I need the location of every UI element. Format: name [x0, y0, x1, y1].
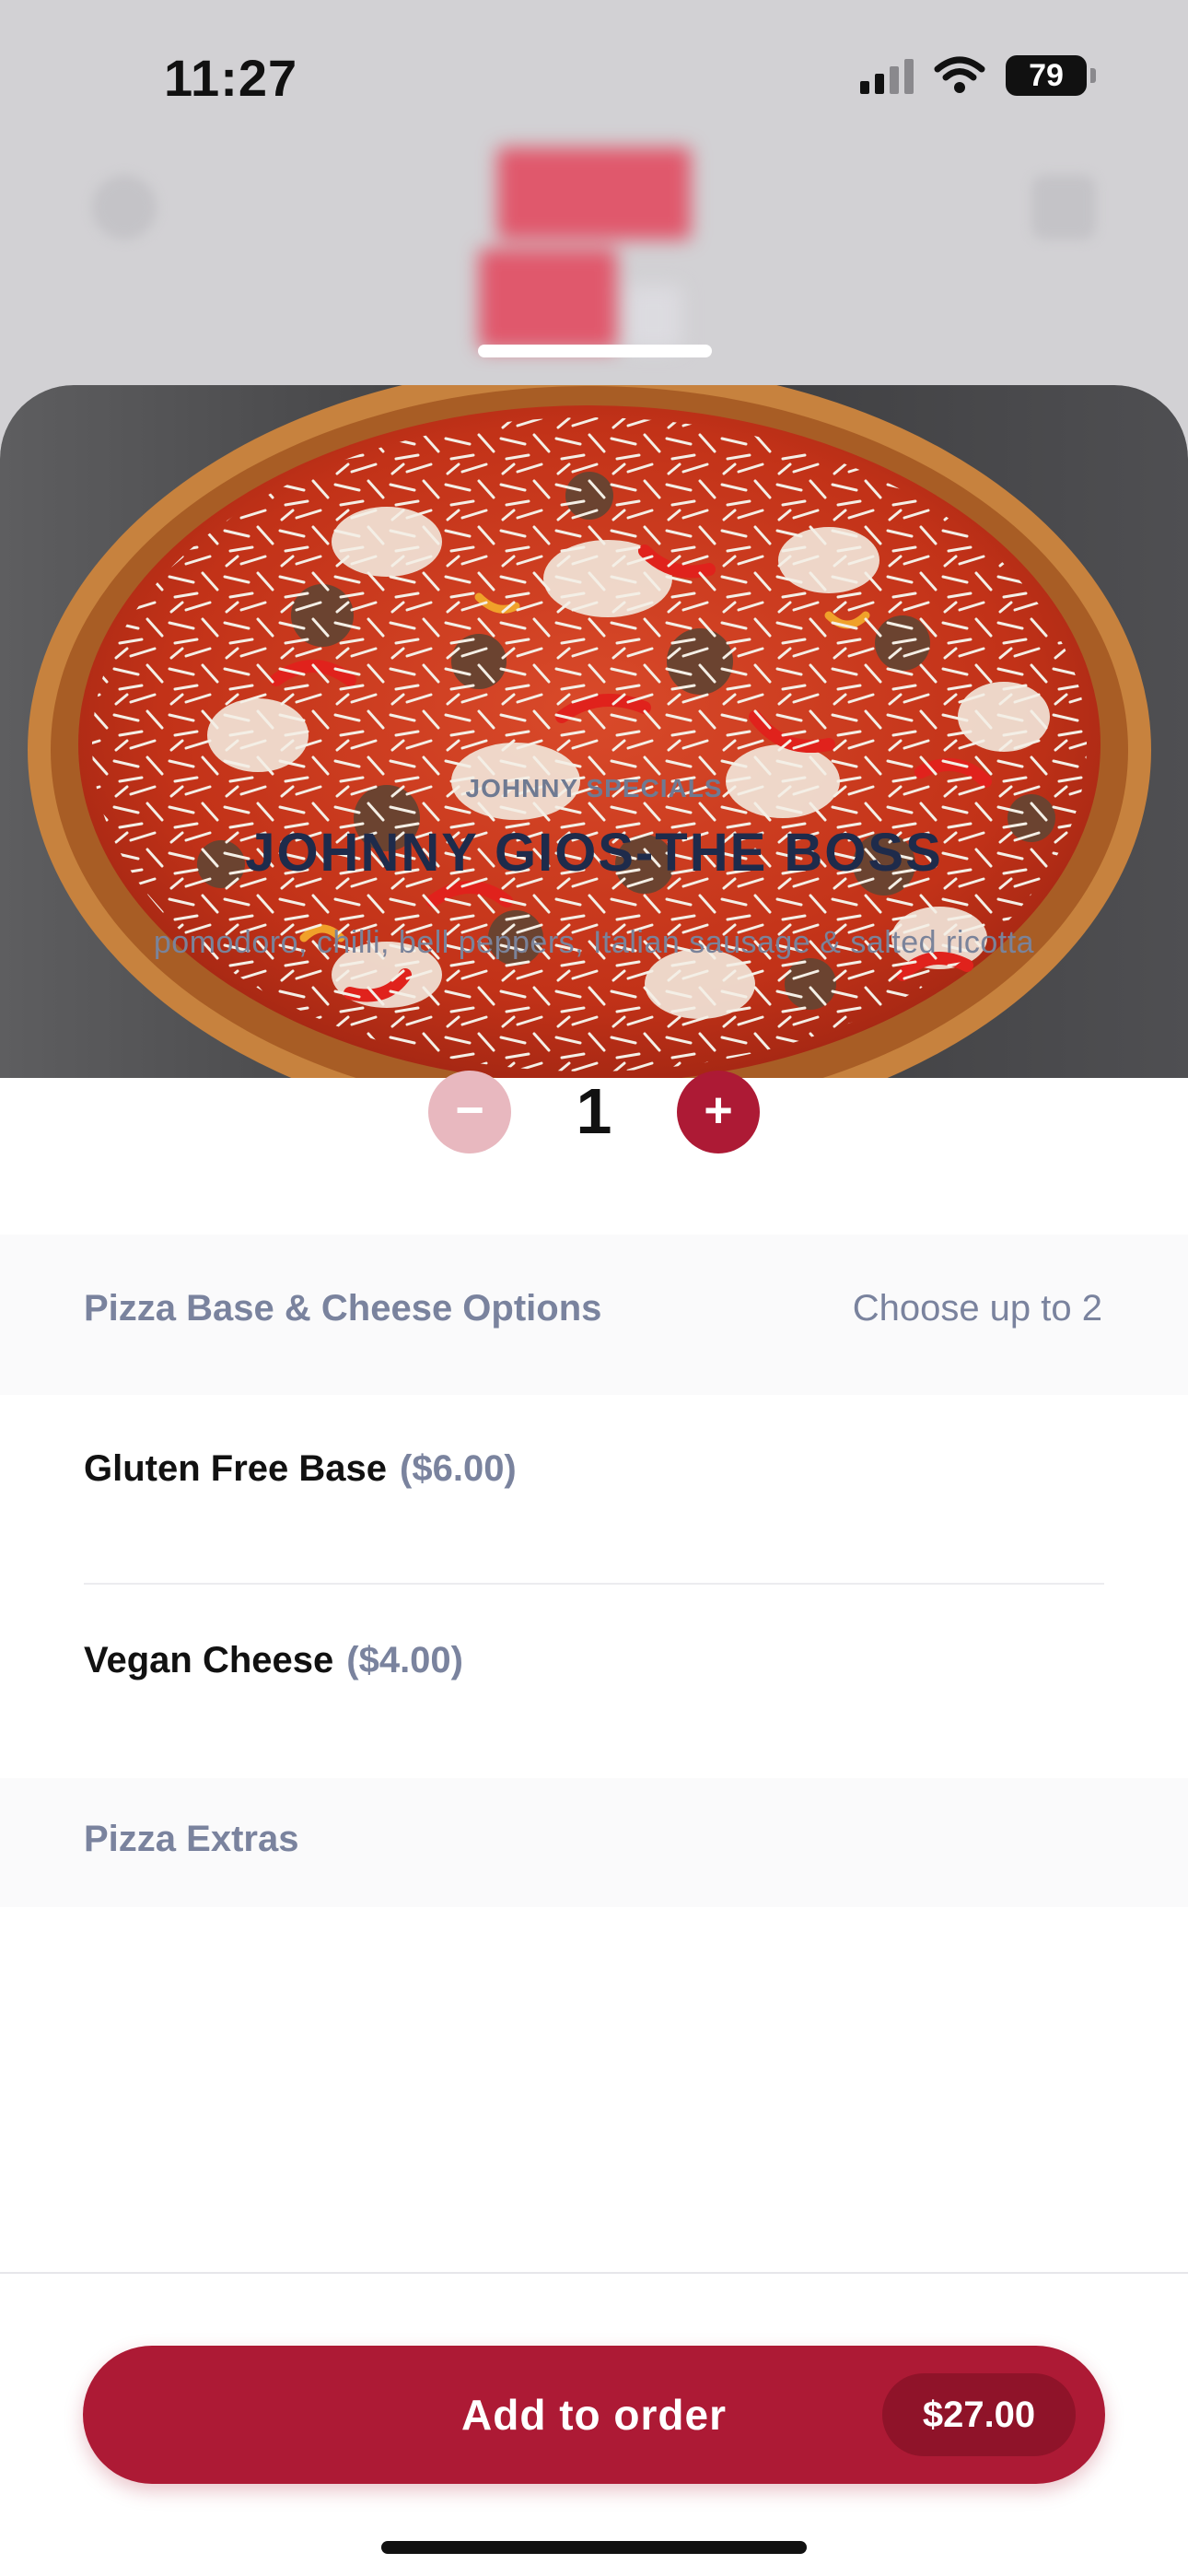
section-note: Choose up to 2 [852, 1288, 1102, 1329]
battery-icon: 79 [1006, 55, 1096, 96]
background-logo [479, 147, 709, 359]
section-title: Pizza Extras [84, 1819, 299, 1859]
item-category: JOHNNY SPECIALS [465, 774, 723, 802]
option-label: Vegan Cheese [84, 1640, 334, 1680]
add-to-order-button[interactable]: Add to order $27.00 [83, 2346, 1105, 2484]
order-footer: Add to order $27.00 [0, 2272, 1188, 2576]
quantity-stepper: − 1 + [0, 1065, 1188, 1157]
minus-icon: − [455, 1083, 484, 1138]
quantity-value: 1 [576, 1075, 612, 1147]
sheet-grabber[interactable] [478, 345, 712, 357]
status-bar: 11:27 79 [0, 0, 1188, 157]
status-icons: 79 [860, 55, 1096, 96]
item-title: JOHNNY GIOS-THE BOSS [245, 823, 943, 883]
status-time: 11:27 [164, 49, 298, 107]
home-indicator[interactable] [381, 2541, 807, 2554]
option-price: ($4.00) [346, 1640, 463, 1680]
section-header-pizza-extras: Pizza Extras [0, 1778, 1188, 1907]
increase-quantity-button[interactable]: + [677, 1071, 760, 1153]
option-divider [84, 1583, 1104, 1585]
signal-icon [860, 57, 914, 94]
pizza-image [0, 385, 1188, 1078]
item-description: pomodoro, chilli, bell peppers, Italian … [153, 925, 1035, 960]
decrease-quantity-button[interactable]: − [428, 1071, 511, 1153]
order-total-badge: $27.00 [882, 2373, 1076, 2456]
option-label: Gluten Free Base [84, 1448, 388, 1489]
section-header-base-cheese: Pizza Base & Cheese Options Choose up to… [0, 1235, 1188, 1395]
background-account-icon [92, 175, 157, 240]
background-cart-icon [1031, 175, 1096, 240]
option-gluten-free-base[interactable]: Gluten Free Base ($6.00) [84, 1448, 1104, 1540]
product-sheet: JOHNNY SPECIALS JOHNNY GIOS-THE BOSS pom… [0, 385, 1188, 2576]
option-vegan-cheese[interactable]: Vegan Cheese ($4.00) [84, 1640, 1104, 1732]
section-title: Pizza Base & Cheese Options [84, 1288, 602, 1329]
plus-icon: + [704, 1083, 733, 1138]
battery-level: 79 [1029, 57, 1064, 93]
option-price: ($6.00) [400, 1448, 517, 1489]
wifi-icon [934, 56, 985, 93]
